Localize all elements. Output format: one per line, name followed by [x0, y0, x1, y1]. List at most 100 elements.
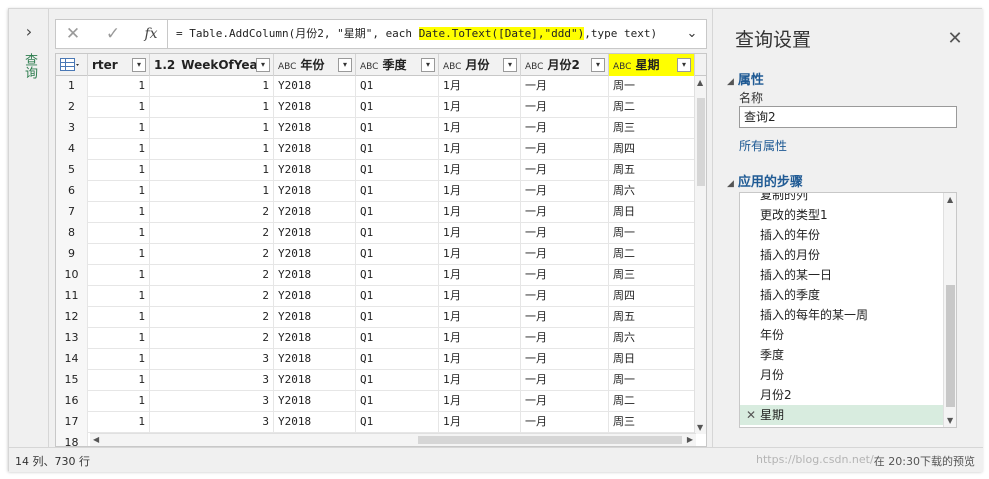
table-row[interactable]: 14 1 3 Y2018 Q1 1月 一月 周日	[56, 349, 706, 370]
filter-dropdown-icon[interactable]: ▾	[132, 58, 146, 72]
fx-icon[interactable]: fx	[140, 24, 162, 44]
row-index[interactable]: 7	[56, 202, 88, 223]
cell-weekofyear[interactable]: 2	[150, 265, 274, 286]
column-header-season[interactable]: ABC 季度 ▾	[356, 54, 439, 76]
cell-weekday[interactable]: 周五	[609, 160, 695, 181]
queries-pane-title[interactable]: 查询	[21, 53, 37, 79]
cell-season[interactable]: Q1	[356, 76, 439, 97]
cell-weekday[interactable]: 周二	[609, 97, 695, 118]
cell-weekday[interactable]: 周四	[609, 139, 695, 160]
cell-quarter[interactable]: 1	[88, 391, 150, 412]
cell-year[interactable]: Y2018	[274, 265, 356, 286]
applied-step[interactable]: 复制的列	[740, 193, 944, 205]
cell-season[interactable]: Q1	[356, 118, 439, 139]
table-row[interactable]: 13 1 2 Y2018 Q1 1月 一月 周六	[56, 328, 706, 349]
cell-month[interactable]: 1月	[439, 223, 521, 244]
filter-dropdown-icon[interactable]: ▾	[503, 58, 517, 72]
cell-weekday[interactable]: 周二	[609, 244, 695, 265]
cell-quarter[interactable]: 1	[88, 223, 150, 244]
cell-month2[interactable]: 一月	[521, 160, 609, 181]
applied-step[interactable]: 插入的季度	[740, 285, 944, 305]
scroll-down-icon[interactable]: ▼	[947, 416, 953, 425]
cell-weekofyear[interactable]: 2	[150, 202, 274, 223]
filter-dropdown-icon[interactable]: ▾	[677, 58, 691, 72]
cell-year[interactable]: Y2018	[274, 307, 356, 328]
cell-weekday[interactable]: 周三	[609, 412, 695, 433]
cell-weekofyear[interactable]: 3	[150, 370, 274, 391]
applied-step[interactable]: 月份	[740, 365, 944, 385]
scroll-up-icon[interactable]: ▲	[947, 195, 953, 204]
cell-year[interactable]: Y2018	[274, 97, 356, 118]
applied-step[interactable]: 插入的年份	[740, 225, 944, 245]
cell-weekofyear[interactable]: 1	[150, 118, 274, 139]
table-row[interactable]: 17 1 3 Y2018 Q1 1月 一月 周三	[56, 412, 706, 433]
table-row[interactable]: 12 1 2 Y2018 Q1 1月 一月 周五	[56, 307, 706, 328]
cell-quarter[interactable]: 1	[88, 97, 150, 118]
cell-season[interactable]: Q1	[356, 202, 439, 223]
cell-month[interactable]: 1月	[439, 97, 521, 118]
applied-step[interactable]: 插入的月份	[740, 245, 944, 265]
table-row[interactable]: 5 1 1 Y2018 Q1 1月 一月 周五	[56, 160, 706, 181]
cell-quarter[interactable]: 1	[88, 118, 150, 139]
cell-month[interactable]: 1月	[439, 265, 521, 286]
row-index[interactable]: 3	[56, 118, 88, 139]
cancel-icon[interactable]: ✕	[62, 24, 84, 44]
scroll-left-icon[interactable]: ◀	[93, 435, 99, 444]
cell-weekday[interactable]: 周日	[609, 349, 695, 370]
cell-quarter[interactable]: 1	[88, 328, 150, 349]
table-row[interactable]: 8 1 2 Y2018 Q1 1月 一月 周一	[56, 223, 706, 244]
cell-month2[interactable]: 一月	[521, 244, 609, 265]
cell-year[interactable]: Y2018	[274, 286, 356, 307]
cell-weekofyear[interactable]: 2	[150, 328, 274, 349]
scroll-thumb[interactable]	[697, 98, 705, 186]
cell-season[interactable]: Q1	[356, 223, 439, 244]
row-index[interactable]: 9	[56, 244, 88, 265]
cell-month2[interactable]: 一月	[521, 328, 609, 349]
cell-season[interactable]: Q1	[356, 139, 439, 160]
row-index[interactable]: 5	[56, 160, 88, 181]
table-row[interactable]: 1 1 1 Y2018 Q1 1月 一月 周一	[56, 76, 706, 97]
cell-month2[interactable]: 一月	[521, 307, 609, 328]
confirm-icon[interactable]: ✓	[102, 24, 124, 44]
cell-quarter[interactable]: 1	[88, 370, 150, 391]
cell-year[interactable]: Y2018	[274, 412, 356, 433]
cell-month2[interactable]: 一月	[521, 391, 609, 412]
cell-weekday[interactable]: 周三	[609, 118, 695, 139]
cell-quarter[interactable]: 1	[88, 244, 150, 265]
cell-month2[interactable]: 一月	[521, 370, 609, 391]
cell-month[interactable]: 1月	[439, 139, 521, 160]
cell-quarter[interactable]: 1	[88, 349, 150, 370]
cell-month[interactable]: 1月	[439, 181, 521, 202]
applied-step[interactable]: 更改的类型1	[740, 205, 944, 225]
horizontal-scrollbar[interactable]: ◀ ▶	[90, 433, 696, 446]
table-row[interactable]: 3 1 1 Y2018 Q1 1月 一月 周三	[56, 118, 706, 139]
cell-weekday[interactable]: 周一	[609, 370, 695, 391]
row-index[interactable]: 18	[56, 433, 88, 446]
cell-weekday[interactable]: 周二	[609, 391, 695, 412]
cell-year[interactable]: Y2018	[274, 118, 356, 139]
cell-weekofyear[interactable]: 1	[150, 181, 274, 202]
scroll-down-icon[interactable]: ▼	[697, 423, 703, 432]
filter-dropdown-icon[interactable]: ▾	[338, 58, 352, 72]
cell-month2[interactable]: 一月	[521, 202, 609, 223]
all-properties-link[interactable]: 所有属性	[739, 137, 787, 154]
cell-weekofyear[interactable]: 2	[150, 307, 274, 328]
cell-month[interactable]: 1月	[439, 76, 521, 97]
cell-weekday[interactable]: 周六	[609, 328, 695, 349]
collapse-icon[interactable]: ◢	[727, 77, 734, 87]
table-row[interactable]: 2 1 1 Y2018 Q1 1月 一月 周二	[56, 97, 706, 118]
cell-season[interactable]: Q1	[356, 370, 439, 391]
table-row[interactable]: 11 1 2 Y2018 Q1 1月 一月 周四	[56, 286, 706, 307]
cell-year[interactable]: Y2018	[274, 76, 356, 97]
cell-weekofyear[interactable]: 1	[150, 139, 274, 160]
steps-scrollbar[interactable]: ▲ ▼	[943, 193, 956, 427]
cell-quarter[interactable]: 1	[88, 76, 150, 97]
cell-weekday[interactable]: 周一	[609, 223, 695, 244]
row-index[interactable]: 2	[56, 97, 88, 118]
cell-month2[interactable]: 一月	[521, 181, 609, 202]
cell-month2[interactable]: 一月	[521, 349, 609, 370]
row-index[interactable]: 4	[56, 139, 88, 160]
cell-month2[interactable]: 一月	[521, 286, 609, 307]
collapse-icon[interactable]: ◢	[727, 179, 734, 189]
cell-quarter[interactable]: 1	[88, 265, 150, 286]
